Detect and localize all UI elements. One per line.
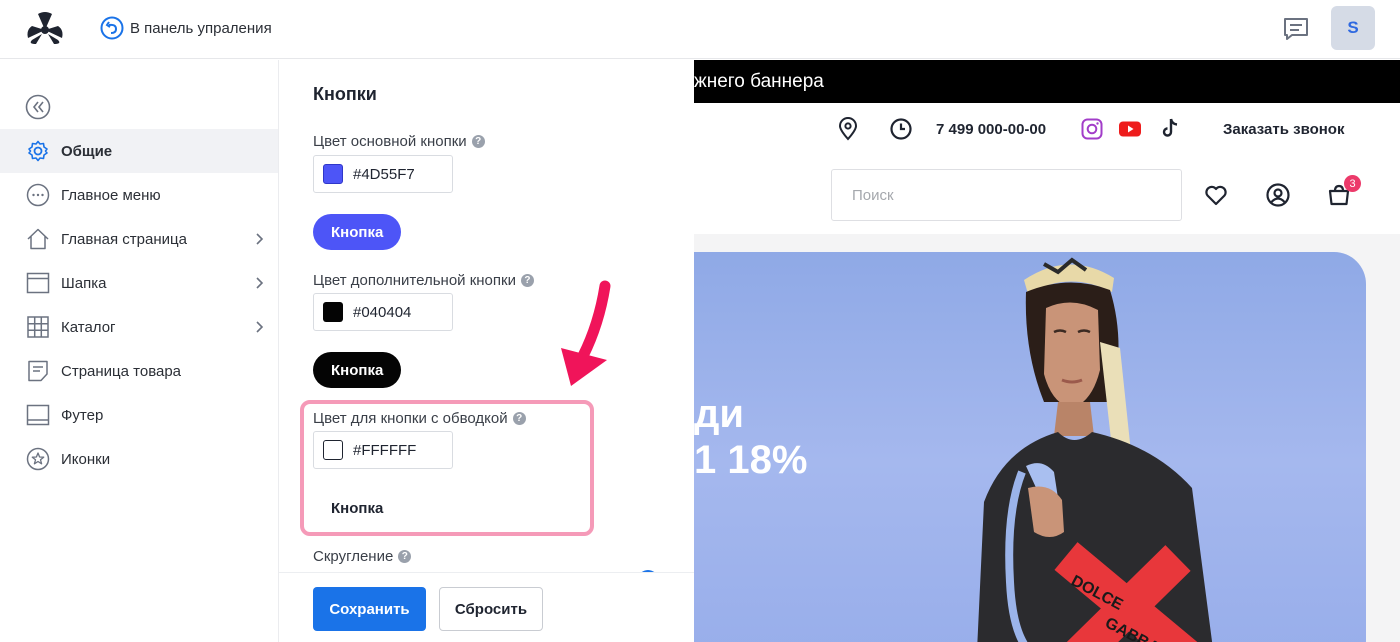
back-arrow-icon (100, 16, 124, 40)
user-avatar[interactable]: S (1331, 6, 1375, 50)
primary-color-label: Цвет основной кнопки ? (313, 133, 485, 150)
star-circle-icon (26, 447, 50, 471)
color-swatch[interactable] (323, 302, 343, 322)
rounding-label: Скругление ? (313, 548, 412, 565)
sidebar-item-label: Шапка (61, 274, 107, 292)
sidebar-item-catalog[interactable]: Каталог (0, 305, 278, 349)
site-preview: жнего баннера 7 499 000-00-00 Заказать з… (694, 60, 1400, 642)
color-swatch[interactable] (323, 440, 343, 460)
tiktok-icon[interactable] (1158, 116, 1182, 140)
site-header: 7 499 000-00-00 Заказать звонок Поиск 3 (694, 103, 1400, 234)
dots-circle-icon (26, 183, 50, 207)
site-search-input[interactable]: Поиск (831, 169, 1182, 221)
sidebar-item-header[interactable]: Шапка (0, 261, 278, 305)
sidebar-item-label: Главное меню (61, 186, 161, 204)
panel-title: Кнопки (313, 84, 377, 104)
primary-button-preview[interactable]: Кнопка (313, 214, 402, 250)
header-layout-icon (26, 271, 50, 295)
primary-color-label-text: Цвет основной кнопки (313, 133, 467, 150)
clock-icon[interactable] (889, 117, 913, 141)
youtube-icon[interactable] (1118, 117, 1142, 141)
settings-sidebar: Общие Главное меню Главная страница Шапк… (0, 60, 279, 642)
account-icon[interactable] (1266, 183, 1290, 207)
sidebar-item-footer[interactable]: Футер (0, 393, 278, 437)
reset-button[interactable]: Сбросить (439, 587, 543, 631)
sidebar-item-label: Общие (61, 142, 113, 160)
sidebar-item-product-page[interactable]: Страница товара (0, 349, 278, 393)
chevron-right-icon (256, 277, 264, 289)
help-icon[interactable]: ? (471, 135, 485, 148)
outline-color-value: #FFFFFF (353, 441, 417, 459)
help-icon[interactable]: ? (520, 274, 534, 287)
panel-footer: Сохранить Сбросить (279, 572, 694, 642)
buttons-settings-panel: Кнопки Цвет основной кнопки ? #4D55F7 Кн… (279, 60, 694, 642)
promo-text: жнего баннера (694, 70, 824, 92)
instagram-icon[interactable] (1080, 117, 1104, 141)
back-to-dashboard-link[interactable]: В панель упраления (100, 16, 272, 40)
secondary-color-label-text: Цвет дополнительной кнопки (313, 272, 516, 289)
gear-icon (26, 139, 50, 163)
heart-icon[interactable] (1204, 183, 1228, 207)
sidebar-item-label: Главная страница (61, 230, 187, 248)
location-pin-icon[interactable] (836, 117, 860, 141)
sidebar-item-main-menu[interactable]: Главное меню (0, 173, 278, 217)
sidebar-item-general[interactable]: Общие (0, 129, 278, 173)
banner-headline-line2: 1 18% (694, 438, 808, 482)
sidebar-item-home-page[interactable]: Главная страница (0, 217, 278, 261)
sidebar-item-icons[interactable]: Иконки (0, 437, 278, 481)
outline-color-input[interactable]: #FFFFFF (313, 431, 453, 469)
rounding-label-text: Скругление (313, 548, 394, 565)
cart-count-badge: 3 (1344, 175, 1361, 192)
sidebar-item-label: Каталог (61, 318, 116, 336)
request-callback-link[interactable]: Заказать звонок (1223, 121, 1344, 138)
help-icon[interactable]: ? (512, 412, 526, 425)
home-icon (26, 227, 50, 251)
sidebar-item-label: Страница товара (61, 362, 182, 380)
primary-color-input[interactable]: #4D55F7 (313, 155, 453, 193)
back-link-label: В панель упраления (130, 19, 272, 37)
secondary-color-input[interactable]: #040404 (313, 293, 453, 331)
annotation-arrow-icon (561, 280, 611, 386)
grid-icon (26, 315, 50, 339)
secondary-color-label: Цвет дополнительной кнопки ? (313, 272, 534, 289)
sidebar-item-label: Иконки (61, 450, 111, 468)
banner-headline-line1: ди (694, 392, 744, 436)
color-swatch[interactable] (323, 164, 343, 184)
sidebar-nav: Общие Главное меню Главная страница Шапк… (0, 129, 278, 481)
chevron-right-icon (256, 233, 264, 245)
sidebar-item-label: Футер (61, 406, 104, 424)
outline-button-preview[interactable]: Кнопка (313, 490, 402, 526)
chevron-right-icon (256, 321, 264, 333)
secondary-button-preview[interactable]: Кнопка (313, 352, 402, 388)
banner-model-image: DOLCE GABBANA (977, 257, 1213, 642)
phone-number[interactable]: 7 499 000-00-00 (936, 121, 1046, 138)
footer-layout-icon (26, 403, 50, 427)
chat-icon[interactable] (1282, 16, 1310, 42)
logo-icon[interactable] (24, 10, 66, 46)
save-button[interactable]: Сохранить (313, 587, 426, 631)
topbar: В панель упраления S (0, 0, 1400, 59)
outline-color-label: Цвет для кнопки с обводкой ? (313, 410, 526, 427)
document-icon (26, 359, 50, 383)
promo-banner-bar: жнего баннера (694, 60, 1400, 103)
collapse-sidebar-icon[interactable] (25, 94, 51, 120)
outline-color-label-text: Цвет для кнопки с обводкой (313, 410, 508, 427)
help-icon[interactable]: ? (398, 550, 412, 563)
hero-banner[interactable]: ди 1 18% DOLCE GABBANA (694, 252, 1366, 642)
primary-color-value: #4D55F7 (353, 165, 415, 183)
secondary-color-value: #040404 (353, 303, 412, 321)
